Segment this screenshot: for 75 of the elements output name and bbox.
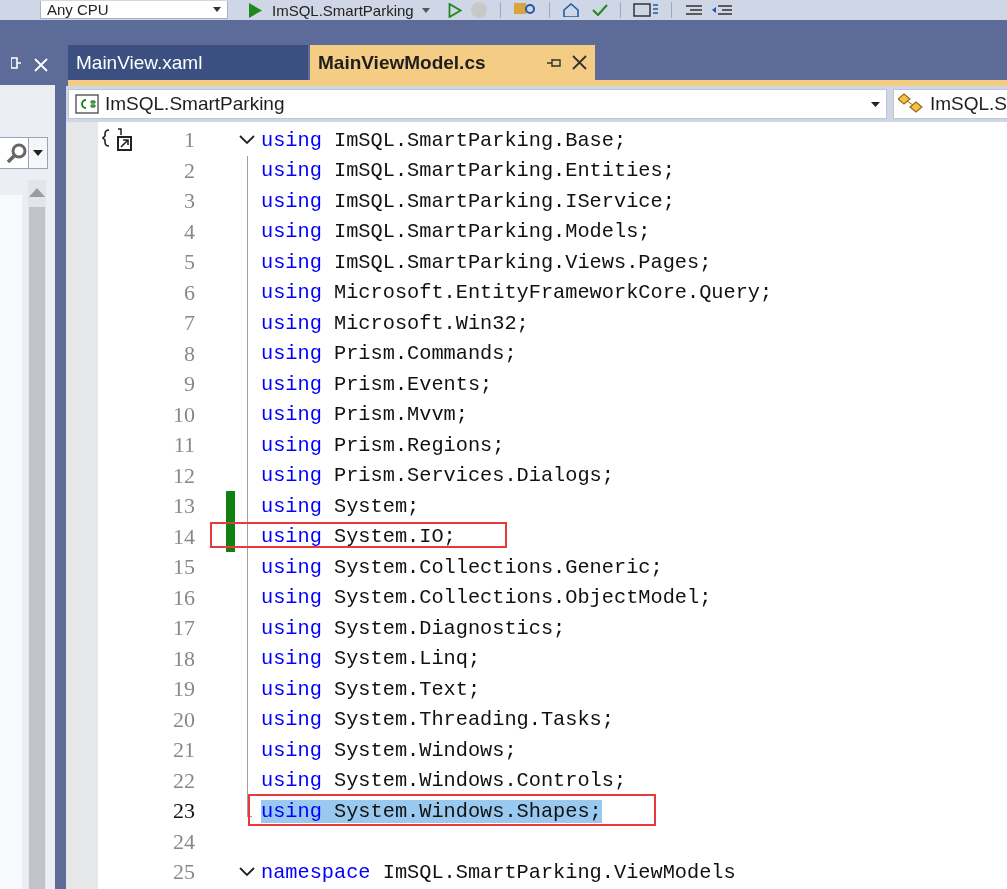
line-number: 25 — [172, 859, 196, 886]
line-number: 16 — [172, 584, 196, 611]
line-number: 23 — [172, 798, 196, 825]
line-number: 18 — [172, 645, 196, 672]
code-line: using ImSQL.SmartParking.Models; — [261, 220, 651, 244]
line-number: 9 — [183, 371, 196, 398]
code-line: using System.Windows; — [261, 738, 517, 762]
line-number: 15 — [172, 554, 196, 581]
code-line: using Prism.Events; — [261, 372, 493, 396]
search-field[interactable] — [0, 137, 28, 169]
line-number: 22 — [172, 767, 196, 794]
file-tab[interactable]: MainViewModel.cs — [310, 45, 595, 80]
play-icon — [248, 2, 262, 18]
line-number: 20 — [172, 706, 196, 733]
line-number: 21 — [172, 737, 196, 764]
play-outline-icon[interactable] — [447, 2, 462, 18]
code-line: using Prism.Services.Dialogs; — [261, 464, 614, 488]
code-line: using ImSQL.SmartParking.Entities; — [261, 159, 675, 183]
indent-icon[interactable] — [711, 4, 732, 16]
code-line: using ImSQL.SmartParking.IService; — [261, 189, 675, 213]
caret-icon — [213, 7, 221, 12]
line-number: 13 — [172, 493, 196, 520]
caret-icon[interactable] — [421, 7, 430, 13]
code-line: using System.Collections.ObjectModel; — [261, 586, 712, 610]
search-icon — [6, 142, 28, 164]
code-line: using System.Diagnostics; — [261, 616, 566, 640]
project-dropdown[interactable]: ImSQL.SmartParking — [68, 89, 887, 119]
collapse-icon[interactable] — [239, 867, 255, 878]
check-icon[interactable] — [591, 4, 608, 16]
caret-icon — [33, 150, 43, 156]
code-line: using System.Threading.Tasks; — [261, 708, 614, 732]
code-line: using Microsoft.EntityFrameworkCore.Query; — [261, 281, 773, 305]
code-line: using Microsoft.Win32; — [261, 311, 529, 335]
file-tab[interactable]: MainView.xaml — [68, 45, 308, 80]
caret-icon — [871, 101, 880, 107]
line-number: 6 — [183, 279, 196, 306]
code-line: using System.IO; — [261, 525, 456, 549]
layout-icon[interactable] — [632, 3, 659, 17]
close-icon[interactable] — [572, 55, 587, 70]
type-dropdown[interactable]: ImSQL.S — [893, 89, 1007, 119]
code-line: using System.Linq; — [261, 647, 481, 671]
code-map-icon[interactable] — [102, 127, 134, 153]
code-line: using ImSQL.SmartParking.Views.Pages; — [261, 250, 712, 274]
line-number: 5 — [183, 249, 196, 276]
line-number: 17 — [172, 615, 196, 642]
code-line: using System.Windows.Controls; — [261, 769, 627, 793]
code-line: namespace ImSQL.SmartParking.ViewModels — [261, 860, 736, 884]
collapse-icon[interactable] — [239, 135, 255, 146]
code-line: using Prism.Mvvm; — [261, 403, 468, 427]
code-line: using ImSQL.SmartParking.Base; — [261, 128, 627, 152]
code-line: using Prism.Regions; — [261, 433, 505, 457]
line-number: 8 — [183, 340, 196, 367]
line-number: 24 — [172, 828, 196, 855]
line-number: 12 — [172, 462, 196, 489]
find-icon[interactable] — [512, 3, 537, 17]
csharp-icon — [75, 94, 99, 114]
code-line: using Prism.Commands; — [261, 342, 517, 366]
scrollbar-thumb[interactable] — [29, 207, 45, 889]
search-options-button[interactable] — [28, 137, 48, 169]
line-number: 2 — [183, 157, 196, 184]
align-icon[interactable] — [683, 4, 704, 16]
line-number: 14 — [172, 523, 196, 550]
line-number: 1 — [183, 127, 196, 154]
code-line: using System; — [261, 494, 420, 518]
platform-dropdown[interactable]: Any CPU — [40, 1, 228, 19]
line-number: 7 — [183, 310, 196, 337]
code-line: using System.Collections.Generic; — [261, 555, 663, 579]
code-line: using System.Text; — [261, 677, 481, 701]
start-button[interactable]: ImSQL.SmartParking — [248, 1, 414, 19]
line-number: 19 — [172, 676, 196, 703]
line-number: 11 — [172, 432, 196, 459]
line-number: 3 — [183, 188, 196, 215]
pin-icon[interactable] — [546, 56, 562, 69]
line-number: 4 — [183, 218, 196, 245]
line-number: 10 — [172, 401, 196, 428]
